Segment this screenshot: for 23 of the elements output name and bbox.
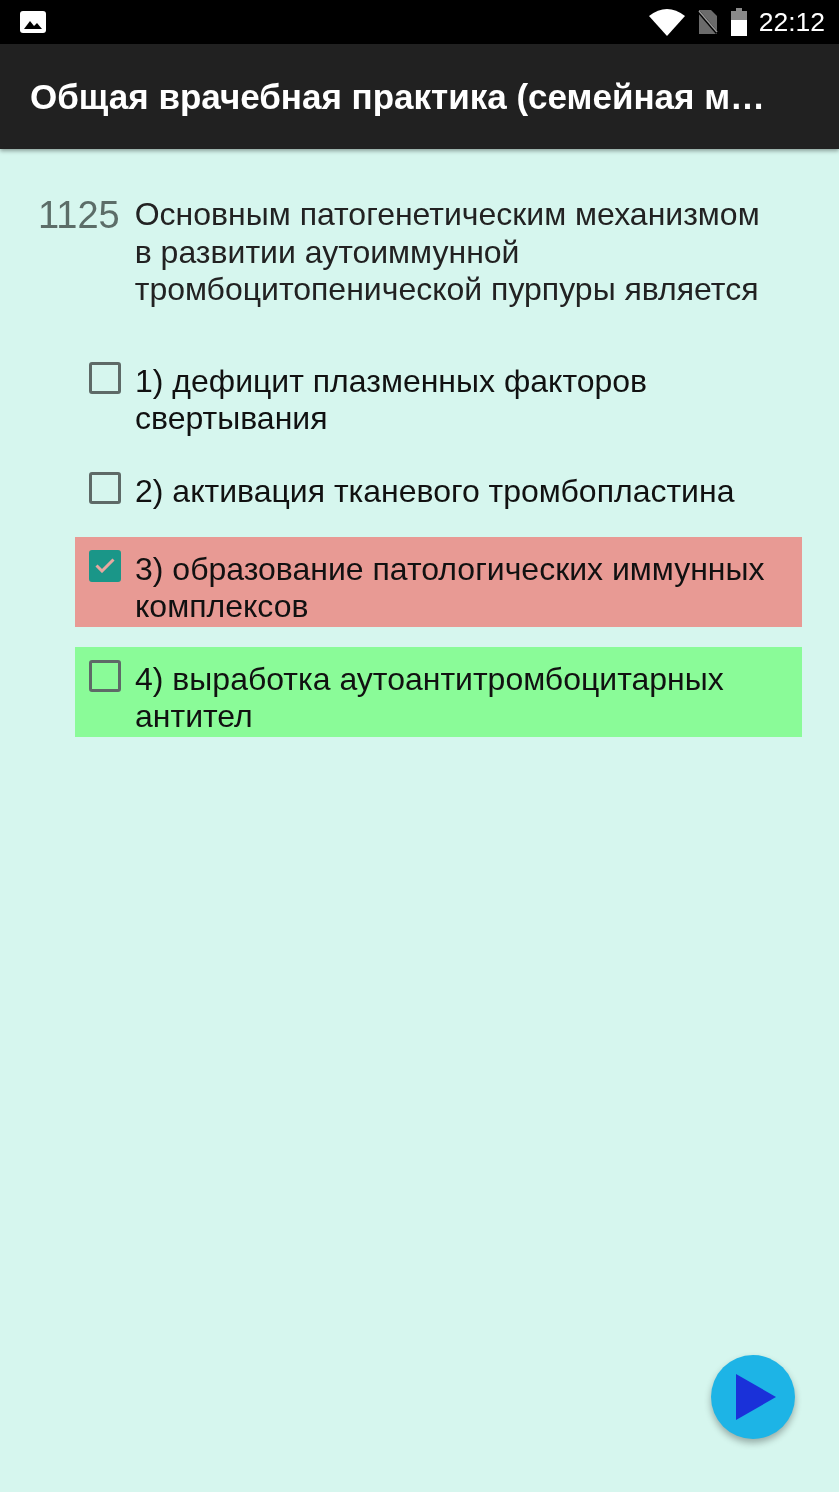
clock-time: 22:12 bbox=[758, 7, 825, 37]
checkbox[interactable] bbox=[89, 361, 121, 394]
next-button[interactable] bbox=[711, 1355, 795, 1439]
answer-option[interactable]: 1) дефицит плазменных факторов свертывания bbox=[75, 348, 802, 439]
app-bar-title: Общая врачебная практика (семейная м… bbox=[30, 75, 766, 118]
checkbox[interactable] bbox=[89, 471, 121, 504]
option-text: 2) активация тканевого тромбопластина bbox=[135, 472, 735, 510]
question-number: 1125 bbox=[38, 196, 120, 238]
answer-option[interactable]: 4) выработка аутоантитромбоцитарных антител bbox=[75, 646, 802, 737]
no-sim-icon bbox=[696, 8, 719, 36]
answer-option[interactable]: 2) активация тканевого тромбопластина bbox=[75, 458, 802, 517]
image-icon bbox=[20, 11, 46, 33]
option-text: 4) выработка аутоантитромбоцитарных антител bbox=[135, 660, 725, 736]
checkbox[interactable] bbox=[89, 549, 121, 582]
question-text: Основным патогенетическим механизмом в развитии аутоиммунной тромбоцитопенической пурпуры является bbox=[134, 196, 761, 309]
checkbox[interactable] bbox=[89, 659, 121, 692]
battery-icon bbox=[730, 8, 747, 36]
answer-option[interactable]: 3) образование патологических иммунных комплексов bbox=[75, 536, 802, 627]
option-text: 1) дефицит плазменных факторов свертывания bbox=[135, 362, 649, 438]
option-text: 3) образование патологических иммунных комплексов bbox=[135, 550, 766, 626]
checkmark-icon bbox=[95, 558, 115, 573]
play-icon bbox=[736, 1374, 776, 1420]
wifi-icon bbox=[648, 8, 685, 36]
